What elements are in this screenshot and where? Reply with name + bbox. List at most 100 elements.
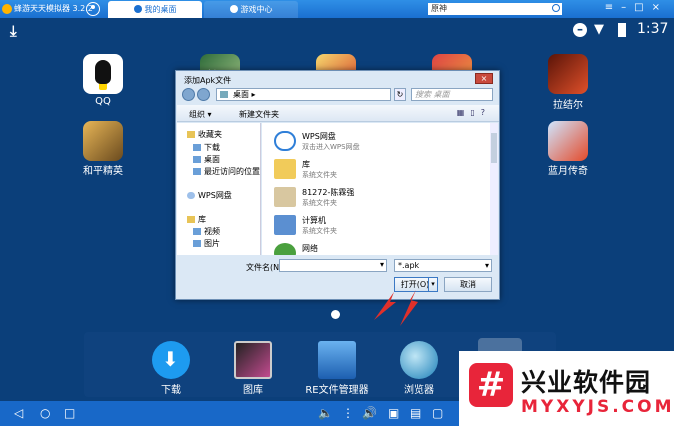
dock-label-browser: 浏览器: [404, 385, 434, 396]
scrollbar-thumb[interactable]: [491, 133, 497, 163]
picture-folder-icon: [193, 240, 201, 247]
nav-item-videos[interactable]: 视频: [193, 226, 220, 236]
dock-app-re-file-manager[interactable]: [318, 341, 356, 379]
cloud-icon: [187, 192, 195, 199]
emulator-titlebar: 蜂游天天模拟器 3.2.2 我的桌面 游戏中心 原神 ≡–□×: [0, 0, 674, 18]
battery-icon: [618, 23, 626, 37]
dock-app-browser[interactable]: [400, 341, 438, 379]
file-desc: 系统文件夹: [302, 227, 337, 235]
back-icon[interactable]: [182, 88, 195, 101]
nav-item-wps-drive[interactable]: WPS网盘: [187, 190, 232, 200]
app-icon-peace-elite[interactable]: [83, 121, 123, 161]
nav-item-pictures[interactable]: 图片: [193, 238, 220, 248]
dock-app-download[interactable]: [152, 341, 190, 379]
tab-game-center-label: 游戏中心: [240, 5, 273, 14]
view-mode-icon[interactable]: ▦: [457, 108, 471, 117]
search-icon[interactable]: [552, 4, 560, 12]
desktop-folder-icon: [193, 156, 201, 163]
dock-label-re-file-manager: RE文件管理器: [305, 385, 369, 396]
file-desc: 系统文件夹: [302, 199, 337, 207]
file-desc: 系统文件夹: [302, 171, 337, 179]
nav-item-desktop[interactable]: 桌面: [193, 154, 220, 164]
history-nav: [182, 88, 212, 104]
view-options: ▦▯?: [457, 108, 491, 117]
dialog-toolbar: 组织 ▾ 新建文件夹 ▦▯?: [177, 105, 499, 122]
recent-places-icon: [193, 168, 201, 175]
star-icon: [187, 131, 195, 138]
tab-my-desktop[interactable]: 我的桌面: [108, 1, 202, 18]
dialog-close-button[interactable]: ×: [475, 73, 493, 84]
tab-game-center[interactable]: 游戏中心: [204, 1, 298, 18]
list-item-network[interactable]: 网络: [274, 241, 474, 255]
back-nav-icon[interactable]: ◁: [14, 406, 23, 420]
download-notification-icon: ⤓: [10, 22, 17, 40]
nav-item-recent[interactable]: 最近访问的位置: [193, 166, 260, 176]
open-dropdown-icon[interactable]: ▾: [428, 277, 438, 292]
apk-install-icon[interactable]: ▣: [388, 406, 399, 420]
watermark-url: MYXYJS.COM: [521, 397, 674, 417]
folder-share-icon[interactable]: ▤: [410, 406, 421, 420]
emulator-logo-icon: [2, 4, 12, 14]
dock-label-gallery: 图库: [243, 385, 263, 396]
app-icon-qq[interactable]: [83, 54, 123, 94]
library-folder-icon: [274, 159, 296, 179]
more-icon[interactable]: ⋮: [342, 406, 354, 420]
wps-cloud-icon: [274, 131, 296, 151]
home-nav-icon[interactable]: ○: [40, 406, 50, 420]
dialog-title: 添加Apk文件: [184, 76, 232, 85]
dialog-search-input[interactable]: 搜索 桌面: [411, 88, 493, 101]
close-icon[interactable]: ×: [652, 2, 668, 13]
user-icon[interactable]: [86, 2, 100, 16]
list-item-computer[interactable]: 计算机 系统文件夹: [274, 213, 474, 241]
cancel-button[interactable]: 取消: [444, 277, 492, 292]
minimize-icon[interactable]: –: [621, 2, 634, 13]
emulator-search-value: 原神: [431, 4, 447, 13]
nav-item-downloads[interactable]: 下载: [193, 142, 220, 152]
help-icon[interactable]: ?: [481, 108, 491, 117]
status-clock: 1:37: [637, 21, 669, 37]
dock-app-gallery[interactable]: [234, 341, 272, 379]
file-desc: 双击进入WPS网盘: [302, 143, 360, 151]
list-item-wps-drive[interactable]: WPS网盘 双击进入WPS网盘: [274, 129, 474, 157]
wifi-icon: ▼: [594, 22, 604, 37]
file-name: 81272-陈霖强: [302, 188, 355, 197]
screenshot-icon[interactable]: ▢: [432, 406, 443, 420]
user-folder-icon: [274, 187, 296, 207]
library-icon: [187, 216, 195, 223]
list-item-library[interactable]: 库 系统文件夹: [274, 157, 474, 185]
emulator-title: 蜂游天天模拟器 3.2.2: [14, 4, 93, 13]
new-folder-button[interactable]: 新建文件夹: [239, 109, 279, 120]
forward-icon[interactable]: [197, 88, 210, 101]
nav-item-label: 视频: [204, 227, 220, 236]
list-item-user-folder[interactable]: 81272-陈霖强 系统文件夹: [274, 185, 474, 213]
app-icon-lajieer[interactable]: [548, 54, 588, 94]
file-list-scrollbar[interactable]: [490, 123, 498, 255]
navigation-pane: 收藏夹 下载 桌面 最近访问的位置 WPS网盘 库 视频 图片: [177, 123, 261, 255]
filename-input[interactable]: [279, 259, 387, 272]
nav-item-library[interactable]: 库: [187, 214, 206, 224]
volume-up-icon[interactable]: 🔊: [362, 406, 377, 420]
app-icon-lanyue[interactable]: [548, 121, 588, 161]
recent-apps-icon[interactable]: □: [64, 406, 75, 420]
app-label-lajieer: 拉结尔: [553, 100, 583, 111]
nav-item-label: 库: [198, 215, 206, 224]
refresh-icon[interactable]: ↻: [394, 88, 406, 101]
game-center-tab-icon: [229, 5, 238, 13]
volume-down-icon[interactable]: 🔈: [318, 406, 333, 420]
tab-my-desktop-label: 我的桌面: [144, 5, 177, 14]
preview-pane-icon[interactable]: ▯: [470, 108, 480, 117]
red-arrow-right: [400, 290, 418, 326]
maximize-icon[interactable]: □: [634, 2, 651, 13]
address-bar[interactable]: 桌面 ▸: [216, 88, 391, 101]
download-folder-icon: [193, 144, 201, 151]
nav-item-favorites[interactable]: 收藏夹: [187, 129, 222, 139]
emulator-search-input[interactable]: 原神: [428, 3, 562, 15]
video-folder-icon: [193, 228, 201, 235]
nav-item-label: 最近访问的位置: [204, 167, 260, 176]
organize-button[interactable]: 组织 ▾: [189, 109, 212, 120]
file-type-select[interactable]: *.apk: [394, 259, 492, 272]
do-not-disturb-icon: –: [573, 23, 587, 37]
menu-icon[interactable]: ≡: [605, 2, 621, 13]
nav-item-label: 收藏夹: [198, 130, 222, 139]
desktop-tab-icon: [133, 5, 142, 13]
